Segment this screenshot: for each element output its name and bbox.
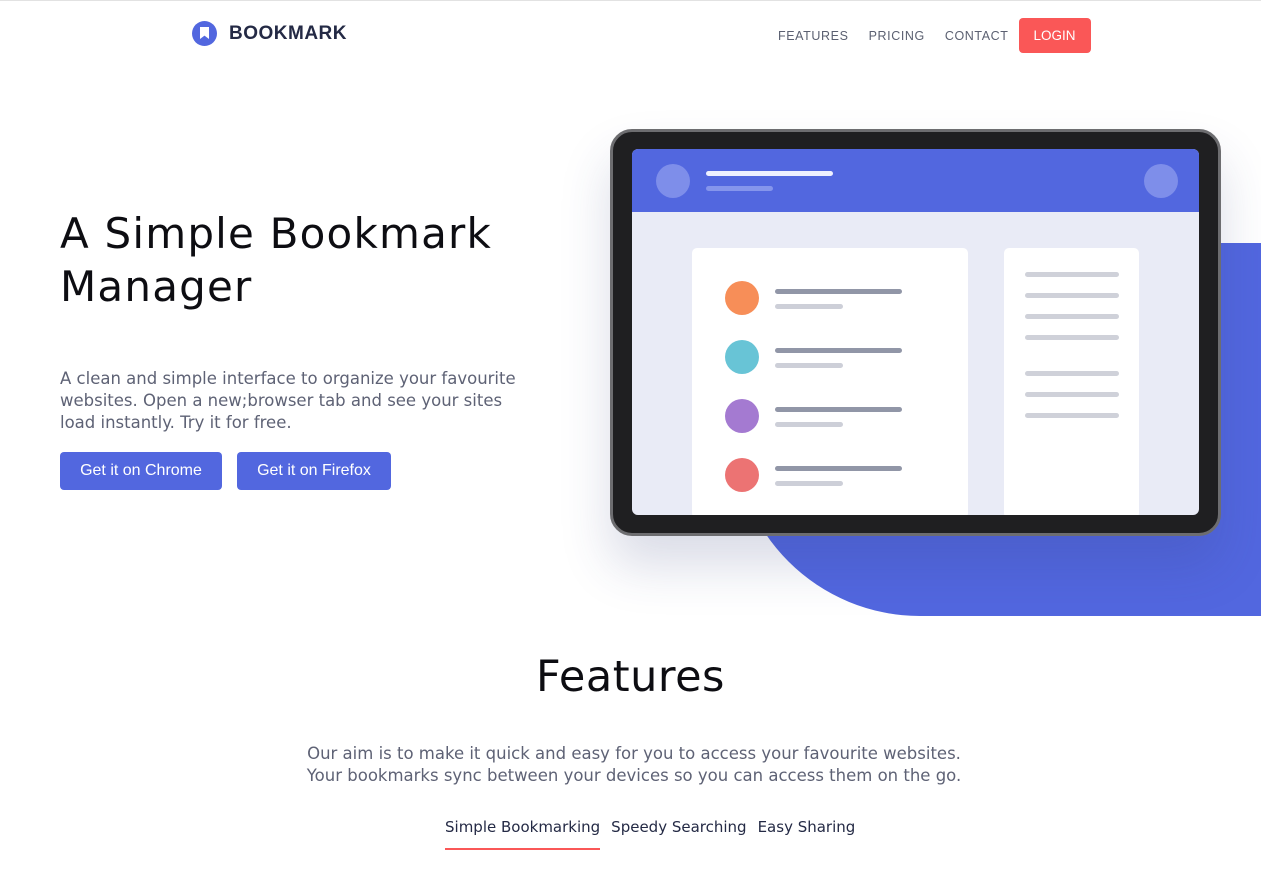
- nav-link-features[interactable]: FEATURES: [778, 19, 849, 53]
- top-border: [0, 0, 1261, 1]
- features-description-line2: Your bookmarks sync between your devices…: [306, 766, 962, 785]
- features-description-line1: Our aim is to make it quick and easy for…: [307, 744, 961, 763]
- screen-header: [632, 149, 1199, 212]
- bookmark-url-bar: [775, 481, 843, 486]
- bookmark-dot: [725, 281, 759, 315]
- sidebar-card: [1004, 248, 1139, 515]
- screen-title-line: [706, 171, 833, 176]
- brand-logo[interactable]: BOOKMARK: [192, 21, 347, 46]
- features-description: Our aim is to make it quick and easy for…: [0, 743, 1261, 787]
- features-tabs: Simple Bookmarking Speedy Searching Easy…: [445, 817, 866, 850]
- bookmark-url-bar: [775, 304, 843, 309]
- tab-easy-sharing[interactable]: Easy Sharing: [758, 817, 856, 850]
- tablet-illustration: [610, 129, 1221, 536]
- sidebar-line: [1025, 392, 1119, 397]
- sidebar-line: [1025, 371, 1119, 376]
- sidebar-line: [1025, 293, 1119, 298]
- brand-name: BOOKMARK: [229, 22, 347, 44]
- bookmark-list-card: [692, 248, 968, 515]
- sidebar-line: [1025, 335, 1119, 340]
- tablet-screen: [632, 149, 1199, 515]
- features-title: Features: [536, 652, 725, 702]
- bookmark-icon: [192, 21, 217, 46]
- sidebar-line: [1025, 413, 1119, 418]
- bookmark-title-bar: [775, 348, 902, 353]
- hero-title-line1: A Simple Bookmark: [60, 209, 493, 258]
- bookmark-title-bar: [775, 407, 902, 412]
- tab-simple-bookmarking[interactable]: Simple Bookmarking: [445, 817, 601, 850]
- screen-subtitle-line: [706, 186, 773, 191]
- bookmark-title-bar: [775, 466, 902, 471]
- get-chrome-button[interactable]: Get it on Chrome: [60, 452, 222, 490]
- login-button[interactable]: LOGIN: [1018, 18, 1091, 53]
- hero-title-line2: Manager: [60, 262, 253, 311]
- bookmark-url-bar: [775, 422, 843, 427]
- get-firefox-button[interactable]: Get it on Firefox: [237, 452, 391, 490]
- screen-avatar-left: [656, 164, 690, 198]
- main-nav: FEATURES PRICING CONTACT LOGIN: [778, 18, 1091, 53]
- hero-description: A clean and simple interface to organize…: [60, 369, 516, 432]
- sidebar-line: [1025, 272, 1119, 277]
- nav-link-pricing[interactable]: PRICING: [869, 19, 925, 53]
- hero-title: A Simple Bookmark Manager: [60, 207, 580, 313]
- tab-speedy-searching[interactable]: Speedy Searching: [611, 817, 746, 850]
- bookmark-dot: [725, 399, 759, 433]
- bookmark-url-bar: [775, 363, 843, 368]
- screen-avatar-right: [1144, 164, 1178, 198]
- bookmark-dot: [725, 340, 759, 374]
- nav-link-contact[interactable]: CONTACT: [945, 19, 1009, 53]
- sidebar-line: [1025, 314, 1119, 319]
- bookmark-dot: [725, 458, 759, 492]
- bookmark-title-bar: [775, 289, 902, 294]
